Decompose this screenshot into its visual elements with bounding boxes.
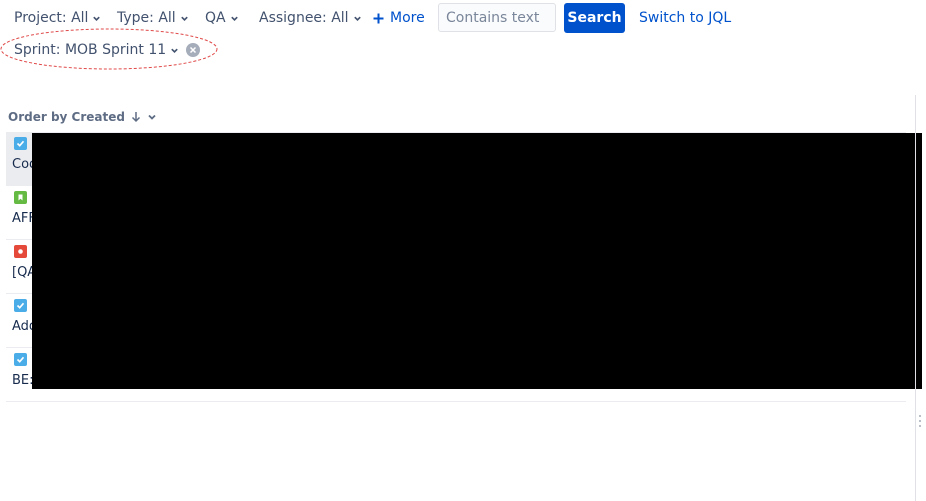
chevron-down-icon[interactable] [147,112,157,122]
status-filter[interactable]: QA [205,8,239,28]
task-type-icon [14,353,27,366]
detail-panel-border [915,95,916,501]
sprint-filter-label: Sprint: MOB Sprint 11 [14,42,167,58]
order-by-label: Order by Created [8,110,125,124]
sprint-filter-chip[interactable]: Sprint: MOB Sprint 11 [14,40,201,60]
switch-to-jql-link[interactable]: Switch to JQL [639,8,731,28]
more-filters-button[interactable]: More [373,8,425,28]
task-type-icon [14,299,27,312]
project-filter-label: Project: All [14,10,89,26]
redaction-block [32,133,922,389]
chevron-down-icon [230,16,238,21]
assignee-filter[interactable]: Assignee: All [259,8,362,28]
story-type-icon [14,191,27,204]
type-filter-label: Type: All [117,10,176,26]
plus-icon [373,13,384,23]
assignee-filter-label: Assignee: All [259,10,349,26]
search-button[interactable]: Search [564,3,625,33]
chevron-down-icon [93,16,101,21]
search-input[interactable] [438,3,556,32]
arrow-down-icon[interactable] [131,111,141,123]
order-by-control[interactable]: Order by Created [8,108,157,126]
chevron-down-icon [180,16,188,21]
more-filters-label: More [390,10,425,26]
bug-type-icon [14,245,27,258]
resize-handle[interactable] [919,415,921,427]
status-filter-label: QA [205,10,226,26]
task-type-icon [14,137,27,150]
sprint-filter: Sprint: MOB Sprint 11 [0,28,220,74]
chevron-down-icon [353,16,361,21]
chevron-down-icon [171,48,178,53]
clear-icon[interactable] [186,43,201,57]
type-filter[interactable]: Type: All [117,8,189,28]
project-filter[interactable]: Project: All [14,8,101,28]
